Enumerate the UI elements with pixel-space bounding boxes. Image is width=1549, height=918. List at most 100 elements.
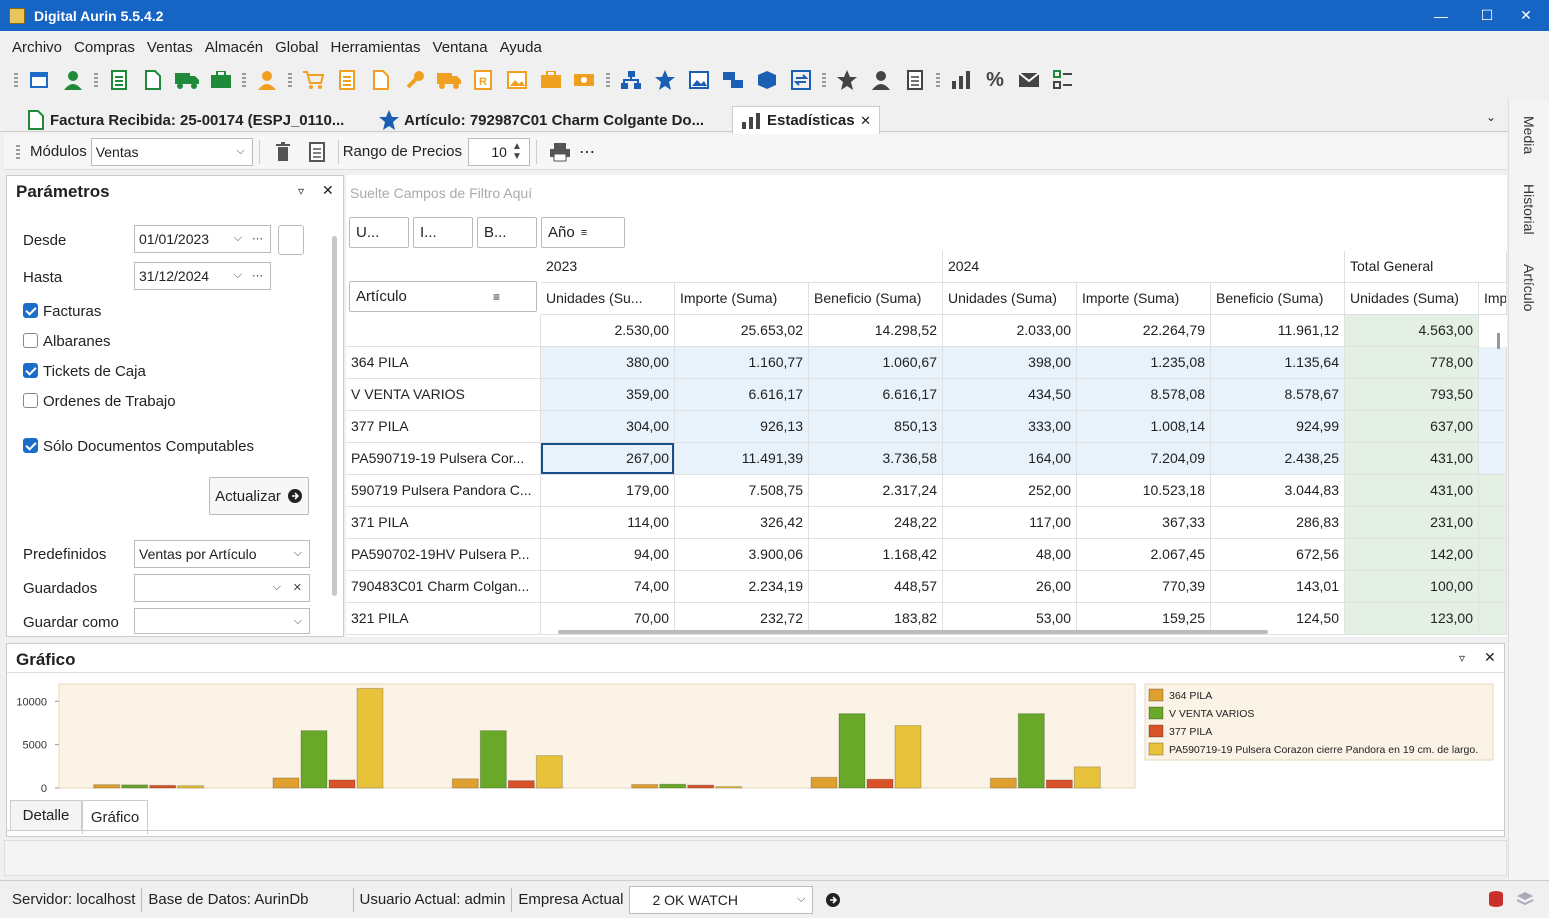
ellipsis-icon[interactable]: ⋯ <box>252 232 263 245</box>
sales-new-document-icon[interactable] <box>369 68 393 92</box>
image-icon[interactable] <box>505 68 529 92</box>
side-tab-historial[interactable]: Historial <box>1521 184 1537 235</box>
tab-factura-recibida[interactable]: Factura Recibida: 25-00174 (ESPJ_0110... <box>20 106 360 134</box>
go-arrow-icon[interactable] <box>825 892 841 908</box>
empresa-select[interactable]: 2 OK WATCH ⌵ <box>629 885 814 914</box>
menu-almacen[interactable]: Almacén <box>199 39 269 56</box>
servidor-status: Servidor: localhost <box>12 891 136 908</box>
solo-computables-label: Sólo Documentos Computables <box>43 438 254 455</box>
data-field-unidades[interactable]: U... <box>349 217 409 248</box>
ellipsis-icon[interactable]: ⋯ <box>252 269 263 282</box>
windows-icon[interactable] <box>721 68 745 92</box>
receipt-icon[interactable]: R <box>471 68 495 92</box>
menu-global[interactable]: Global <box>269 39 324 56</box>
menu-ayuda[interactable]: Ayuda <box>494 39 548 56</box>
row-field-articulo[interactable]: Artículo ≡ <box>349 281 537 312</box>
database-icon[interactable] <box>1488 890 1504 908</box>
layers-icon[interactable] <box>1516 891 1534 907</box>
ordenes-checkbox[interactable] <box>23 393 38 408</box>
predefinidos-label: Predefinidos <box>23 546 107 563</box>
tab-detalle[interactable]: Detalle <box>10 800 82 830</box>
person-icon[interactable] <box>869 68 893 92</box>
statistics-icon[interactable] <box>949 68 973 92</box>
box-icon[interactable] <box>755 68 779 92</box>
window-icon[interactable] <box>27 68 51 92</box>
predefinidos-select[interactable]: Ventas por Artículo ⌵ <box>134 540 310 568</box>
truck-icon[interactable] <box>175 68 199 92</box>
measure-header: Unidades (Su... <box>541 283 675 315</box>
delete-icon[interactable] <box>271 140 295 164</box>
hasta-date-field[interactable]: 31/12/2024 ⌵ ⋯ <box>134 262 271 290</box>
data-field-importe[interactable]: I... <box>413 217 473 248</box>
more-icon[interactable]: ⋯ <box>579 142 595 162</box>
bar <box>535 755 563 789</box>
date-range-button[interactable] <box>278 225 304 255</box>
favorites-star-icon[interactable] <box>835 68 859 92</box>
close-panel-icon[interactable]: ✕ <box>322 182 334 199</box>
data-field-beneficio[interactable]: B... <box>477 217 537 248</box>
briefcase-icon[interactable] <box>209 68 233 92</box>
close-tab-icon[interactable]: ✕ <box>860 113 871 129</box>
hierarchy-icon[interactable] <box>619 68 643 92</box>
menu-herramientas[interactable]: Herramientas <box>324 39 426 56</box>
cart-icon[interactable] <box>301 68 325 92</box>
vertical-scrollbar[interactable] <box>1497 333 1500 349</box>
document-icon <box>28 110 44 130</box>
pin-icon[interactable]: ▿ <box>1459 651 1465 665</box>
new-document-icon[interactable] <box>141 68 165 92</box>
menu-ventana[interactable]: Ventana <box>427 39 494 56</box>
guardar-como-label: Guardar como <box>23 614 119 631</box>
percent-icon[interactable]: % <box>983 68 1007 92</box>
column-field-ano[interactable]: Año ≡ <box>541 217 625 248</box>
pivot-value-cell: 10.523,18 <box>1077 475 1211 507</box>
parameters-scrollbar[interactable] <box>332 236 337 596</box>
pivot-value-cell: 2.317,24 <box>809 475 943 507</box>
rango-precios-spinner[interactable]: 10 ▲ ▼ <box>467 137 530 166</box>
checklist-icon[interactable] <box>1051 68 1075 92</box>
clear-icon[interactable]: ✕ <box>293 581 302 594</box>
pivot-value-cell: 1.008,14 <box>1077 411 1211 443</box>
horizontal-scrollbar[interactable] <box>558 630 1268 634</box>
sales-document-list-icon[interactable] <box>335 68 359 92</box>
tab-grafico[interactable]: Gráfico <box>82 800 148 834</box>
print-icon[interactable] <box>548 140 572 164</box>
wrench-icon[interactable] <box>403 68 427 92</box>
desde-date-field[interactable]: 01/01/2023 ⌵ ⋯ <box>134 225 271 253</box>
cash-icon[interactable] <box>573 68 597 92</box>
sales-briefcase-icon[interactable] <box>539 68 563 92</box>
report-icon[interactable] <box>903 68 927 92</box>
minimize-button[interactable]: — <box>1418 0 1464 31</box>
modulos-select[interactable]: Ventas ⌵ <box>90 137 253 166</box>
solo-computables-checkbox[interactable] <box>23 438 38 453</box>
side-tab-media[interactable]: Media <box>1521 116 1537 154</box>
facturas-checkbox[interactable] <box>23 303 38 318</box>
customer-icon[interactable] <box>255 68 279 92</box>
pin-icon[interactable]: ▿ <box>298 184 304 198</box>
report-icon[interactable] <box>305 140 329 164</box>
bar <box>631 784 659 789</box>
side-tab-articulo[interactable]: Artículo <box>1521 264 1537 311</box>
menu-ventas[interactable]: Ventas <box>141 39 199 56</box>
guardar-como-select[interactable]: ⌵ <box>134 608 310 634</box>
albaranes-checkbox[interactable] <box>23 333 38 348</box>
mail-icon[interactable] <box>1017 68 1041 92</box>
star-icon[interactable] <box>653 68 677 92</box>
actualizar-button[interactable]: Actualizar <box>209 477 309 515</box>
user-icon[interactable] <box>61 68 85 92</box>
delivery-truck-icon[interactable] <box>437 68 461 92</box>
tickets-checkbox[interactable] <box>23 363 38 378</box>
tab-articulo[interactable]: Artículo: 792987C01 Charm Colgante Do... <box>370 106 730 134</box>
menu-compras[interactable]: Compras <box>68 39 141 56</box>
menu-archivo[interactable]: Archivo <box>6 39 68 56</box>
pivot-value-cell: 7.204,09 <box>1077 443 1211 475</box>
guardados-select[interactable]: ⌵ ✕ <box>134 574 310 602</box>
pivot-value-cell: 778,00 <box>1345 347 1479 379</box>
close-panel-icon[interactable]: ✕ <box>1484 649 1496 666</box>
tabs-dropdown-icon[interactable]: ⌄ <box>1486 110 1496 124</box>
document-list-icon[interactable] <box>107 68 131 92</box>
tab-estadisticas[interactable]: Estadísticas ✕ <box>732 106 880 134</box>
filter-icon[interactable]: ≡ <box>493 290 500 304</box>
transfer-icon[interactable] <box>789 68 813 92</box>
picture-icon[interactable] <box>687 68 711 92</box>
close-button[interactable]: ✕ <box>1503 0 1549 31</box>
